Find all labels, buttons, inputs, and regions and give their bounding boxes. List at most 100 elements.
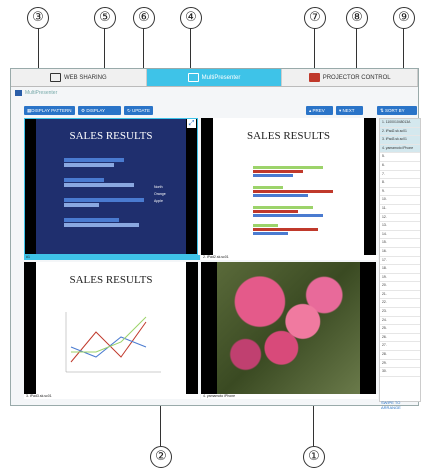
- callout-8: ⑧: [346, 7, 368, 29]
- bar-a-2: [253, 170, 303, 173]
- bar-c-3: [253, 214, 323, 217]
- display-grid: SALES RESULTS North Orange Apple ⤢ #1 SA…: [24, 118, 378, 400]
- callout-9: ⑨: [393, 7, 415, 29]
- terminal-list-item[interactable]: 18.: [380, 265, 420, 274]
- terminal-list-item[interactable]: 6.: [380, 162, 420, 171]
- tab-projector-control[interactable]: PROJECTOR CONTROL: [282, 69, 419, 86]
- projector-icon: [308, 73, 320, 82]
- terminal-list-item[interactable]: 16.: [380, 248, 420, 257]
- prev-label: PREV: [312, 108, 325, 113]
- display-cell-2[interactable]: SALES RESULTS: [201, 118, 376, 255]
- update-button[interactable]: ↻ UPDATE: [124, 106, 153, 115]
- terminal-list-item[interactable]: 14.: [380, 231, 420, 240]
- terminal-list-item[interactable]: 7.: [380, 171, 420, 180]
- terminal-list-item[interactable]: 25.: [380, 325, 420, 334]
- display-pattern-label: DISPLAY PATTERN: [31, 108, 72, 113]
- callout-2: ②: [150, 446, 172, 468]
- sub-title: MultiPresenter: [25, 90, 58, 96]
- toolbar: ▦DISPLAY PATTERN ▾ ⚙ DISPLAY INFO. ↻ UPD…: [11, 106, 418, 122]
- tab-web-sharing[interactable]: WEB SHARING: [11, 69, 147, 86]
- sub-header: MultiPresenter: [11, 87, 422, 99]
- bar-a-3: [253, 174, 293, 177]
- callout-5: ⑤: [94, 7, 116, 29]
- sort-by-name-button[interactable]: ⇅ SORT BY NAME: [377, 106, 417, 122]
- next-button[interactable]: ▾ NEXT: [336, 106, 363, 115]
- slide-3: SALES RESULTS: [36, 262, 186, 394]
- display-cell-1-caption: #1: [24, 255, 200, 260]
- terminal-list-item[interactable]: 11.: [380, 205, 420, 214]
- display-cell-2-caption: 2. iPad2.sk.sc01: [201, 255, 378, 260]
- display-cell-3-caption: 3. iPad3.sk.sc01: [24, 394, 200, 399]
- slide-2: SALES RESULTS: [213, 118, 364, 255]
- sort-icon: ⇅: [380, 108, 384, 113]
- terminal-list[interactable]: 1. 110001048013A 2. iPad2.sk.sc01 3. iPad3…: [379, 118, 421, 402]
- multipresenter-logo-icon: [15, 90, 22, 96]
- terminal-list-item[interactable]: 15.: [380, 239, 420, 248]
- photo-plum-blossoms: [217, 262, 360, 394]
- terminal-list-item[interactable]: 27.: [380, 342, 420, 352]
- terminal-list-item[interactable]: 9.: [380, 188, 420, 197]
- terminal-list-item[interactable]: 29.: [380, 360, 420, 369]
- terminal-list-item[interactable]: 3. iPad3.sk.sc01: [380, 136, 420, 145]
- callout-1: ①: [303, 446, 325, 468]
- terminal-list-item[interactable]: 2. iPad2.sk.sc01: [380, 127, 420, 137]
- terminal-list-item[interactable]: 13.: [380, 222, 420, 231]
- selected-highlight: [24, 118, 198, 255]
- terminal-list-item[interactable]: 24.: [380, 317, 420, 326]
- display-cell-3[interactable]: SALES RESULTS: [24, 262, 198, 394]
- slide-2-bar-chart: [253, 166, 333, 235]
- bar-b-1: [253, 186, 283, 189]
- expand-icon[interactable]: ⤢: [187, 119, 196, 128]
- bar-d-3: [253, 232, 288, 235]
- bar-b-3: [253, 194, 308, 197]
- display-cell-1[interactable]: SALES RESULTS North Orange Apple ⤢: [24, 118, 198, 255]
- terminal-list-item[interactable]: 22.: [380, 299, 420, 309]
- update-label: UPDATE: [132, 108, 150, 113]
- prev-button[interactable]: ▴ PREV: [306, 106, 333, 115]
- terminal-list-item[interactable]: 12.: [380, 214, 420, 223]
- bar-a-1: [253, 166, 323, 169]
- swipe-hint: SWIPE TO ARRANGE: [381, 400, 401, 410]
- terminal-list-item[interactable]: 28.: [380, 351, 420, 360]
- settings-icon: ⚙: [81, 108, 86, 113]
- terminal-list-item[interactable]: 19.: [380, 274, 420, 283]
- callout-4: ④: [180, 7, 202, 29]
- bar-c-2: [253, 210, 298, 213]
- terminal-list-item[interactable]: 23.: [380, 308, 420, 317]
- bar-d-2: [253, 228, 318, 231]
- slide-3-line-chart: [65, 312, 161, 373]
- tab-projector-control-label: PROJECTOR CONTROL: [322, 74, 391, 81]
- cloud-icon: [50, 73, 61, 82]
- bar-b-2: [253, 190, 333, 193]
- terminal-list-item[interactable]: 8.: [380, 179, 420, 188]
- callout-line-1: [313, 403, 314, 446]
- terminal-list-item[interactable]: 17.: [380, 257, 420, 266]
- terminal-list-item[interactable]: 20.: [380, 282, 420, 291]
- display-pattern-button[interactable]: ▦DISPLAY PATTERN ▾: [24, 106, 75, 122]
- terminal-list-item[interactable]: 30.: [380, 368, 420, 377]
- tab-web-sharing-label: WEB SHARING: [64, 74, 107, 81]
- series-green-line: [71, 316, 147, 353]
- display-info-button[interactable]: ⚙ DISPLAY INFO.: [78, 106, 121, 122]
- chevron-up-icon: ▴: [309, 108, 312, 113]
- callout-3: ③: [27, 7, 49, 29]
- terminal-list-item[interactable]: 26.: [380, 334, 420, 343]
- bar-c-1: [253, 206, 313, 209]
- terminal-list-item[interactable]: 21.: [380, 291, 420, 300]
- chevron-down-icon: ▾: [339, 108, 342, 113]
- multipresenter-icon: [187, 73, 199, 82]
- callout-7: ⑦: [304, 7, 326, 29]
- terminal-list-item[interactable]: 4. yamamoto iPhone: [380, 144, 420, 154]
- refresh-icon: ↻: [127, 108, 131, 113]
- terminal-list-item[interactable]: 5.: [380, 153, 420, 162]
- display-cell-4-caption: 4. yamamoto iPhone: [201, 394, 378, 399]
- app-window: WEB SHARING MultiPresenter PROJECTOR CON…: [10, 68, 422, 410]
- terminal-list-item[interactable]: 10.: [380, 196, 420, 205]
- next-label: NEXT: [342, 108, 355, 113]
- tab-multipresenter-label: MultiPresenter: [201, 74, 241, 81]
- display-cell-4[interactable]: [201, 262, 376, 394]
- tab-multipresenter[interactable]: MultiPresenter: [146, 69, 283, 86]
- terminal-list-item[interactable]: 1. 110001048013A: [380, 119, 420, 128]
- tab-bar: WEB SHARING MultiPresenter PROJECTOR CON…: [11, 69, 419, 87]
- callout-6: ⑥: [133, 7, 155, 29]
